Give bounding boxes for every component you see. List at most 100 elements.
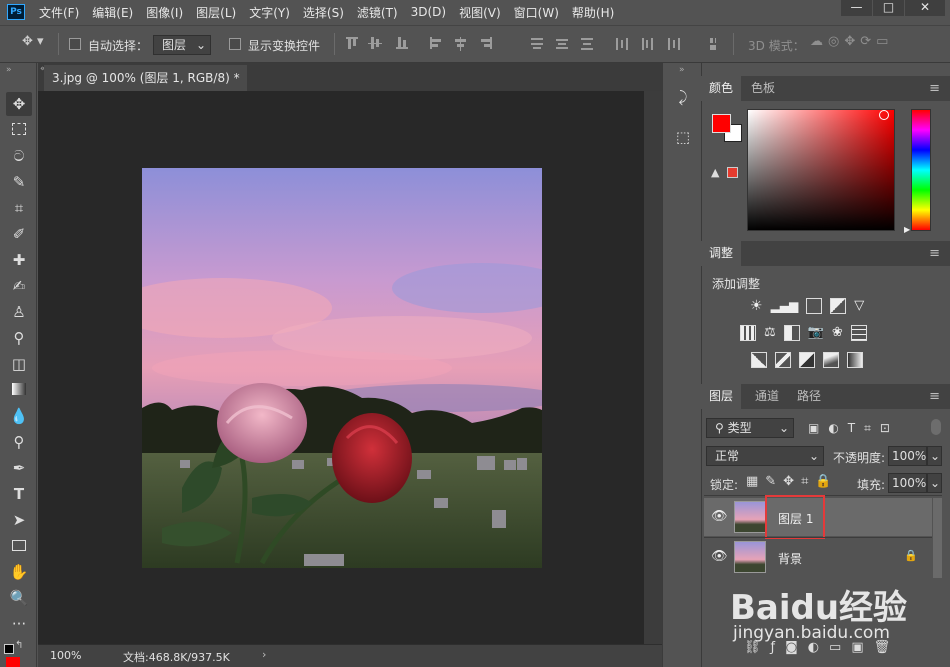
dodge-tool-icon[interactable]: ⚲: [6, 430, 32, 454]
panel-menu-icon[interactable]: ≡: [929, 384, 940, 409]
hue-slider-handle[interactable]: ▶: [904, 225, 910, 234]
lasso-tool-icon[interactable]: ට: [6, 144, 32, 168]
color-balance-icon[interactable]: ⚖: [764, 325, 776, 341]
layer-row-background[interactable]: 👁 背景 🔒: [704, 538, 932, 576]
blend-mode-dropdown[interactable]: 正常 ⌄: [706, 446, 824, 466]
clone-stamp-icon[interactable]: ♙: [6, 300, 32, 324]
history-panel-icon[interactable]: ⤸: [669, 83, 697, 111]
menu-file[interactable]: 文件(F): [39, 4, 79, 21]
gradient-map-icon[interactable]: [847, 352, 863, 368]
collapse-icon[interactable]: »: [6, 65, 12, 75]
opacity-input[interactable]: 100%: [888, 446, 927, 466]
filter-toggle[interactable]: [931, 419, 941, 435]
menu-3d[interactable]: 3D(D): [411, 5, 446, 19]
healing-brush-icon[interactable]: ✚: [6, 248, 32, 272]
color-lookup-icon[interactable]: [850, 325, 867, 341]
type-tool-icon[interactable]: T: [6, 482, 32, 506]
auto-select-dropdown[interactable]: 图层 ⌄: [153, 35, 211, 55]
align-distribute-icons[interactable]: [346, 37, 716, 53]
layer-name[interactable]: 背景: [778, 550, 802, 567]
menu-image[interactable]: 图像(I): [146, 4, 183, 21]
black-white-icon[interactable]: [783, 325, 800, 341]
layer-filter-dropdown[interactable]: ⚲ 类型 ⌄: [706, 418, 794, 438]
tab-paths[interactable]: 路径: [789, 384, 829, 409]
channel-mixer-icon[interactable]: ❀: [832, 325, 843, 341]
panel-menu-icon[interactable]: ≡: [929, 241, 940, 266]
default-colors-icon[interactable]: [4, 644, 14, 654]
menu-filter[interactable]: 滤镜(T): [357, 4, 398, 21]
tab-adjustments[interactable]: 调整: [701, 241, 742, 266]
crop-tool-icon[interactable]: ⌗: [6, 196, 32, 220]
3d-mode-icons[interactable]: ☁◎✥⟳▭: [810, 34, 893, 49]
blur-tool-icon[interactable]: 💧: [6, 404, 32, 428]
menu-layer[interactable]: 图层(L): [196, 4, 236, 21]
tab-layers[interactable]: 图层: [701, 384, 742, 409]
collapse-icon[interactable]: »: [679, 65, 685, 75]
tab-swatches[interactable]: 色板: [743, 76, 783, 101]
color-picker-cursor[interactable]: [879, 110, 889, 120]
document-size-info[interactable]: 文档:468.8K/937.5K: [123, 649, 230, 665]
fill-input[interactable]: 100%: [888, 473, 927, 493]
maximize-button[interactable]: □: [873, 0, 904, 16]
lock-icons[interactable]: ▦✎✥⌗🔒: [746, 474, 839, 489]
menu-select[interactable]: 选择(S): [303, 4, 344, 21]
posterize-icon[interactable]: [775, 352, 791, 368]
zoom-level[interactable]: 100%: [50, 649, 81, 662]
levels-icon[interactable]: ▂▄▆: [771, 298, 799, 314]
path-selection-icon[interactable]: ➤: [6, 508, 32, 532]
show-transform-checkbox[interactable]: [229, 38, 241, 50]
chevron-down-icon[interactable]: ⌄: [927, 473, 942, 493]
rectangle-tool-icon[interactable]: [6, 534, 32, 558]
menu-type[interactable]: 文字(Y): [249, 4, 290, 21]
out-of-gamut-warning-icon[interactable]: ▲: [711, 166, 719, 179]
color-field[interactable]: [747, 109, 895, 231]
minimize-button[interactable]: —: [841, 0, 872, 16]
hue-saturation-icon[interactable]: [740, 325, 756, 341]
curves-icon[interactable]: [806, 298, 823, 314]
history-brush-icon[interactable]: ⚲: [6, 326, 32, 350]
foreground-color-swatch[interactable]: [6, 657, 20, 667]
layers-scrollbar[interactable]: [933, 498, 942, 578]
auto-select-checkbox[interactable]: [69, 38, 81, 50]
more-tools-icon[interactable]: ···: [6, 612, 32, 636]
photo-filter-icon[interactable]: 📷: [808, 325, 824, 341]
quick-selection-icon[interactable]: ✎: [6, 170, 32, 194]
3d-panel-icon[interactable]: ⬚: [669, 123, 697, 151]
tab-color[interactable]: 颜色: [701, 76, 742, 101]
gamut-color-swatch[interactable]: [727, 167, 738, 178]
selective-color-icon[interactable]: [823, 352, 839, 368]
visibility-eye-icon[interactable]: 👁: [711, 549, 728, 564]
marquee-tool-icon[interactable]: [6, 118, 32, 142]
exposure-icon[interactable]: [830, 298, 847, 314]
eraser-tool-icon[interactable]: ◫: [6, 352, 32, 376]
brightness-contrast-icon[interactable]: ☀: [750, 298, 763, 314]
menu-edit[interactable]: 编辑(E): [92, 4, 133, 21]
panel-menu-icon[interactable]: ≡: [929, 76, 940, 101]
invert-icon[interactable]: [751, 352, 767, 368]
vertical-scrollbar[interactable]: [644, 91, 662, 644]
move-tool-preset-icon[interactable]: ✥ ▾: [22, 34, 44, 49]
chevron-down-icon[interactable]: ⌄: [927, 446, 942, 466]
menu-view[interactable]: 视图(V): [459, 4, 501, 21]
foreground-color-swatch[interactable]: [712, 114, 731, 133]
brush-tool-icon[interactable]: ✍: [6, 274, 32, 298]
zoom-tool-icon[interactable]: 🔍: [6, 586, 32, 610]
tab-channels[interactable]: 通道: [747, 384, 787, 409]
eyedropper-icon[interactable]: ✐: [6, 222, 32, 246]
document-tab[interactable]: 3.jpg @ 100% (图层 1, RGB/8) * ✕: [44, 65, 247, 91]
swap-colors-icon[interactable]: ↰: [15, 640, 23, 651]
visibility-eye-icon[interactable]: 👁: [711, 509, 728, 524]
adjustments-panel-tabs: 调整 ≡: [701, 241, 950, 266]
hand-tool-icon[interactable]: ✋: [6, 560, 32, 584]
menu-help[interactable]: 帮助(H): [572, 4, 614, 21]
pen-tool-icon[interactable]: ✒: [6, 456, 32, 480]
gradient-tool-icon[interactable]: [6, 378, 32, 402]
close-button[interactable]: ✕: [905, 0, 945, 16]
move-tool-icon[interactable]: ✥: [6, 92, 32, 116]
layer-filter-icons[interactable]: ▣◐T⌗⊡: [808, 421, 899, 436]
vibrance-icon[interactable]: ▽: [854, 298, 864, 314]
chevron-right-icon[interactable]: ›: [262, 648, 266, 661]
threshold-icon[interactable]: [799, 352, 815, 368]
hue-slider[interactable]: [911, 109, 931, 231]
menu-window[interactable]: 窗口(W): [514, 4, 559, 21]
